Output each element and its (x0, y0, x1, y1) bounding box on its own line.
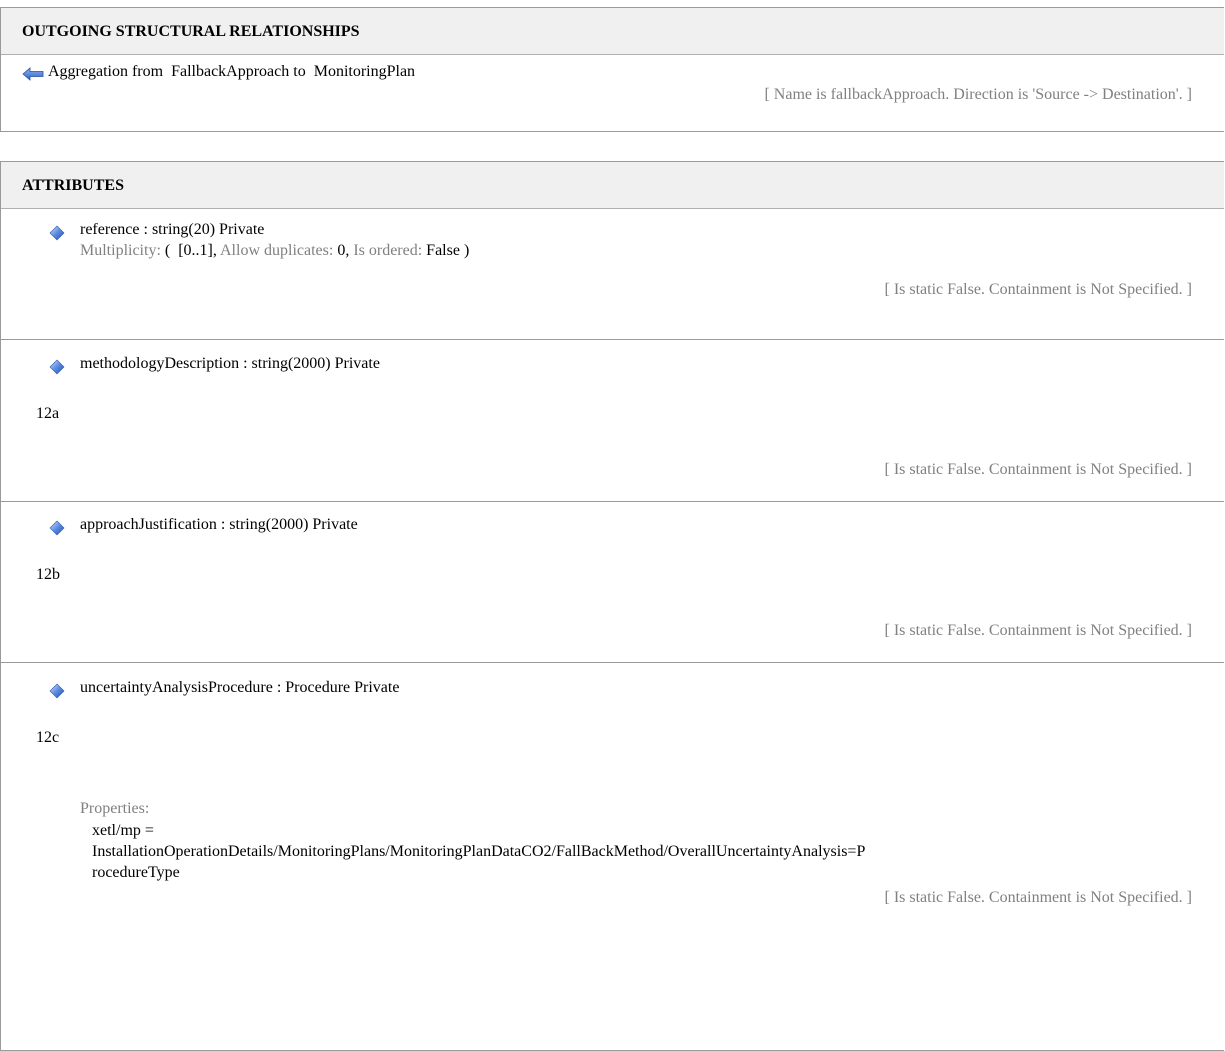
attribute-meta: [ Is static False. Containment is Not Sp… (884, 461, 1193, 478)
is-ordered-value: False ) (426, 242, 470, 259)
attribute-note: 12c (36, 729, 60, 746)
properties-line: InstallationOperationDetails/MonitoringP… (92, 843, 866, 860)
attribute-meta: [ Is static False. Containment is Not Sp… (884, 889, 1193, 906)
relationship-connector: to (293, 63, 306, 80)
attribute-diamond-icon (49, 520, 65, 536)
properties-label: Properties: (80, 800, 150, 817)
multiplicity-label: Multiplicity: (80, 242, 161, 259)
allow-duplicates-value: 0, (337, 242, 350, 259)
multiplicity-open: ( (164, 242, 171, 259)
relationship-kind: Aggregation from (48, 63, 164, 80)
aggregation-arrow-icon (22, 67, 44, 81)
attribute-diamond-icon (49, 359, 65, 375)
attribute-title: methodologyDescription : string(2000) Pr… (80, 355, 380, 372)
relationship-target: MonitoringPlan (313, 63, 416, 80)
outgoing-relationships-header: OUTGOING STRUCTURAL RELATIONSHIPS (1, 8, 1224, 55)
attribute-approach-justification: approachJustification : string(2000) Pri… (1, 502, 1224, 663)
attribute-title: uncertaintyAnalysisProcedure : Procedure… (80, 679, 400, 696)
relationship-description: Aggregation from FallbackApproach to Mon… (48, 63, 415, 81)
attribute-title: approachJustification : string(2000) Pri… (80, 516, 358, 533)
outgoing-relationships-panel: OUTGOING STRUCTURAL RELATIONSHIPS Aggreg… (0, 7, 1224, 132)
relationship-source: FallbackApproach (171, 63, 290, 80)
attribute-diamond-icon (49, 225, 65, 241)
attribute-reference: reference : string(20) Private Multiplic… (1, 209, 1224, 340)
attributes-panel: ATTRIBUTES reference : string(20) Privat… (0, 161, 1224, 1051)
relationship-meta: [ Name is fallbackApproach. Direction is… (764, 86, 1192, 103)
attribute-title: reference : string(20) Private (80, 221, 265, 238)
is-ordered-label: Is ordered: (353, 242, 423, 259)
properties-line: rocedureType (92, 864, 180, 881)
relationship-row: Aggregation from FallbackApproach to Mon… (1, 55, 1224, 132)
attribute-methodology-description: methodologyDescription : string(2000) Pr… (1, 340, 1224, 502)
properties-line: xetl/mp = (92, 822, 154, 839)
attribute-multiplicity: Multiplicity: ( [0..1], Allow duplicates… (80, 242, 469, 260)
properties-value: xetl/mp = InstallationOperationDetails/M… (92, 820, 1202, 883)
allow-duplicates-label: Allow duplicates: (220, 242, 334, 259)
attribute-meta: [ Is static False. Containment is Not Sp… (884, 622, 1193, 639)
attribute-diamond-icon (49, 683, 65, 699)
attribute-meta: [ Is static False. Containment is Not Sp… (884, 281, 1193, 298)
attribute-uncertainty-analysis-procedure: uncertaintyAnalysisProcedure : Procedure… (1, 663, 1224, 1023)
attribute-note: 12b (36, 566, 60, 583)
multiplicity-range: [0..1], (178, 242, 217, 259)
attribute-note: 12a (36, 405, 60, 422)
attributes-header: ATTRIBUTES (1, 162, 1224, 209)
